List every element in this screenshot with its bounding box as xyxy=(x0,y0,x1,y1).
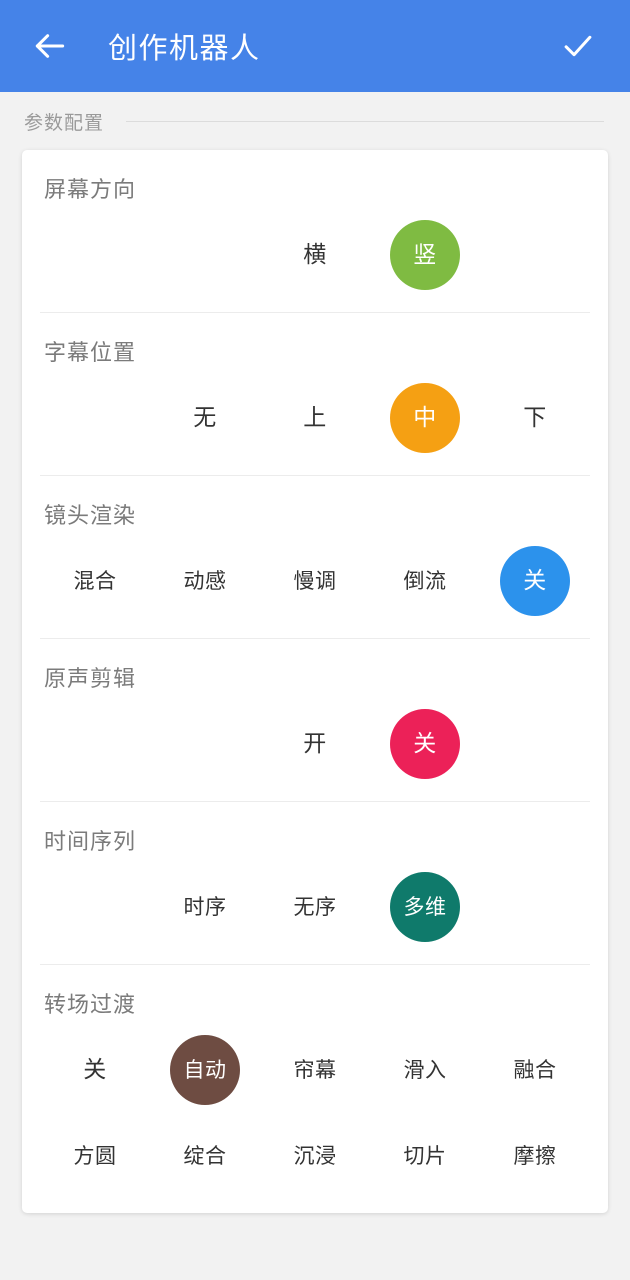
option-row: 时序 无序 多维 xyxy=(40,864,590,950)
option-spacer xyxy=(500,872,570,942)
option-row: 横竖 xyxy=(40,212,590,298)
option[interactable]: 绽合 xyxy=(170,1121,240,1191)
app-bar: 创作机器人 xyxy=(0,0,630,92)
confirm-button[interactable] xyxy=(552,20,604,72)
option[interactable]: 时序 xyxy=(170,872,240,942)
option[interactable]: 开 xyxy=(280,709,350,779)
option[interactable]: 倒流 xyxy=(390,546,460,616)
page-title: 创作机器人 xyxy=(108,31,261,65)
option[interactable]: 混合 xyxy=(60,546,130,616)
option-group-inner: 原声剪辑开关 xyxy=(40,638,590,801)
option-selected[interactable]: 竖 xyxy=(390,220,460,290)
option-group: 字幕位置无上中下 xyxy=(40,312,590,475)
option-spacer xyxy=(60,383,130,453)
option[interactable]: 关 xyxy=(60,1035,130,1105)
option-group: 时间序列时序 无序 多维 xyxy=(40,801,590,964)
option-group-title: 字幕位置 xyxy=(44,341,137,366)
option-group-title: 原声剪辑 xyxy=(44,667,137,692)
option-spacer xyxy=(60,220,130,290)
option[interactable]: 上 xyxy=(280,383,350,453)
option-group-title: 时间序列 xyxy=(44,830,137,855)
section-divider xyxy=(126,120,604,122)
option-spacer xyxy=(500,220,570,290)
option-group: 原声剪辑开关 xyxy=(40,638,590,801)
option-selected[interactable]: 多维 xyxy=(390,872,460,942)
section-header: 参数配置 xyxy=(0,92,630,150)
option-group-inner: 镜头渲染混合 动感 慢调 倒流关 xyxy=(40,475,590,638)
option-row: 无上中下 xyxy=(40,375,590,461)
option[interactable]: 无序 xyxy=(280,872,350,942)
option-spacer xyxy=(60,709,130,779)
option-group: 镜头渲染混合 动感 慢调 倒流关 xyxy=(40,475,590,638)
option-spacer xyxy=(170,220,240,290)
option-spacer xyxy=(500,709,570,779)
option[interactable]: 动感 xyxy=(170,546,240,616)
option-group: 屏幕方向横竖 xyxy=(40,150,590,312)
option-spacer xyxy=(60,872,130,942)
option-group-inner: 时间序列时序 无序 多维 xyxy=(40,801,590,964)
option-row: 混合 动感 慢调 倒流关 xyxy=(40,538,590,624)
option-group-inner: 屏幕方向横竖 xyxy=(40,150,590,312)
option-selected[interactable]: 关 xyxy=(500,546,570,616)
option-group-title: 镜头渲染 xyxy=(44,504,137,529)
option-selected[interactable]: 自动 xyxy=(170,1035,240,1105)
arrow-left-icon xyxy=(31,27,69,65)
section-label: 参数配置 xyxy=(24,111,105,134)
option[interactable]: 下 xyxy=(500,383,570,453)
option-group-title: 转场过渡 xyxy=(44,993,137,1018)
option[interactable]: 横 xyxy=(280,220,350,290)
option-spacer xyxy=(170,709,240,779)
option-selected[interactable]: 中 xyxy=(390,383,460,453)
option[interactable]: 滑入 xyxy=(390,1035,460,1105)
option[interactable]: 切片 xyxy=(390,1121,460,1191)
option-selected[interactable]: 关 xyxy=(390,709,460,779)
option-group-title: 屏幕方向 xyxy=(44,178,137,203)
option[interactable]: 无 xyxy=(170,383,240,453)
option-row: 方圆 绽合 沉浸 切片 摩擦 xyxy=(40,1113,590,1199)
option[interactable]: 慢调 xyxy=(280,546,350,616)
option-row: 开关 xyxy=(40,701,590,787)
option-group-inner: 字幕位置无上中下 xyxy=(40,312,590,475)
check-icon xyxy=(559,27,597,65)
option[interactable]: 融合 xyxy=(500,1035,570,1105)
option[interactable]: 帘幕 xyxy=(280,1035,350,1105)
option[interactable]: 沉浸 xyxy=(280,1121,350,1191)
option[interactable]: 方圆 xyxy=(60,1121,130,1191)
settings-card: 屏幕方向横竖字幕位置无上中下镜头渲染 混合 动感 慢调 倒流关原声剪辑开关时间序列 时序无… xyxy=(22,150,608,1213)
option[interactable]: 摩擦 xyxy=(500,1121,570,1191)
option-group: 转场过渡关自动 帘幕 滑入 融合 方圆 绽合 沉浸 切片 摩擦 xyxy=(40,964,590,1213)
option-row: 关自动 帘幕 滑入 融合 xyxy=(40,1027,590,1113)
option-group-inner: 转场过渡关自动 帘幕 滑入 融合 方圆 绽合 沉浸 切片 摩擦 xyxy=(40,964,590,1213)
back-button[interactable] xyxy=(24,20,76,72)
